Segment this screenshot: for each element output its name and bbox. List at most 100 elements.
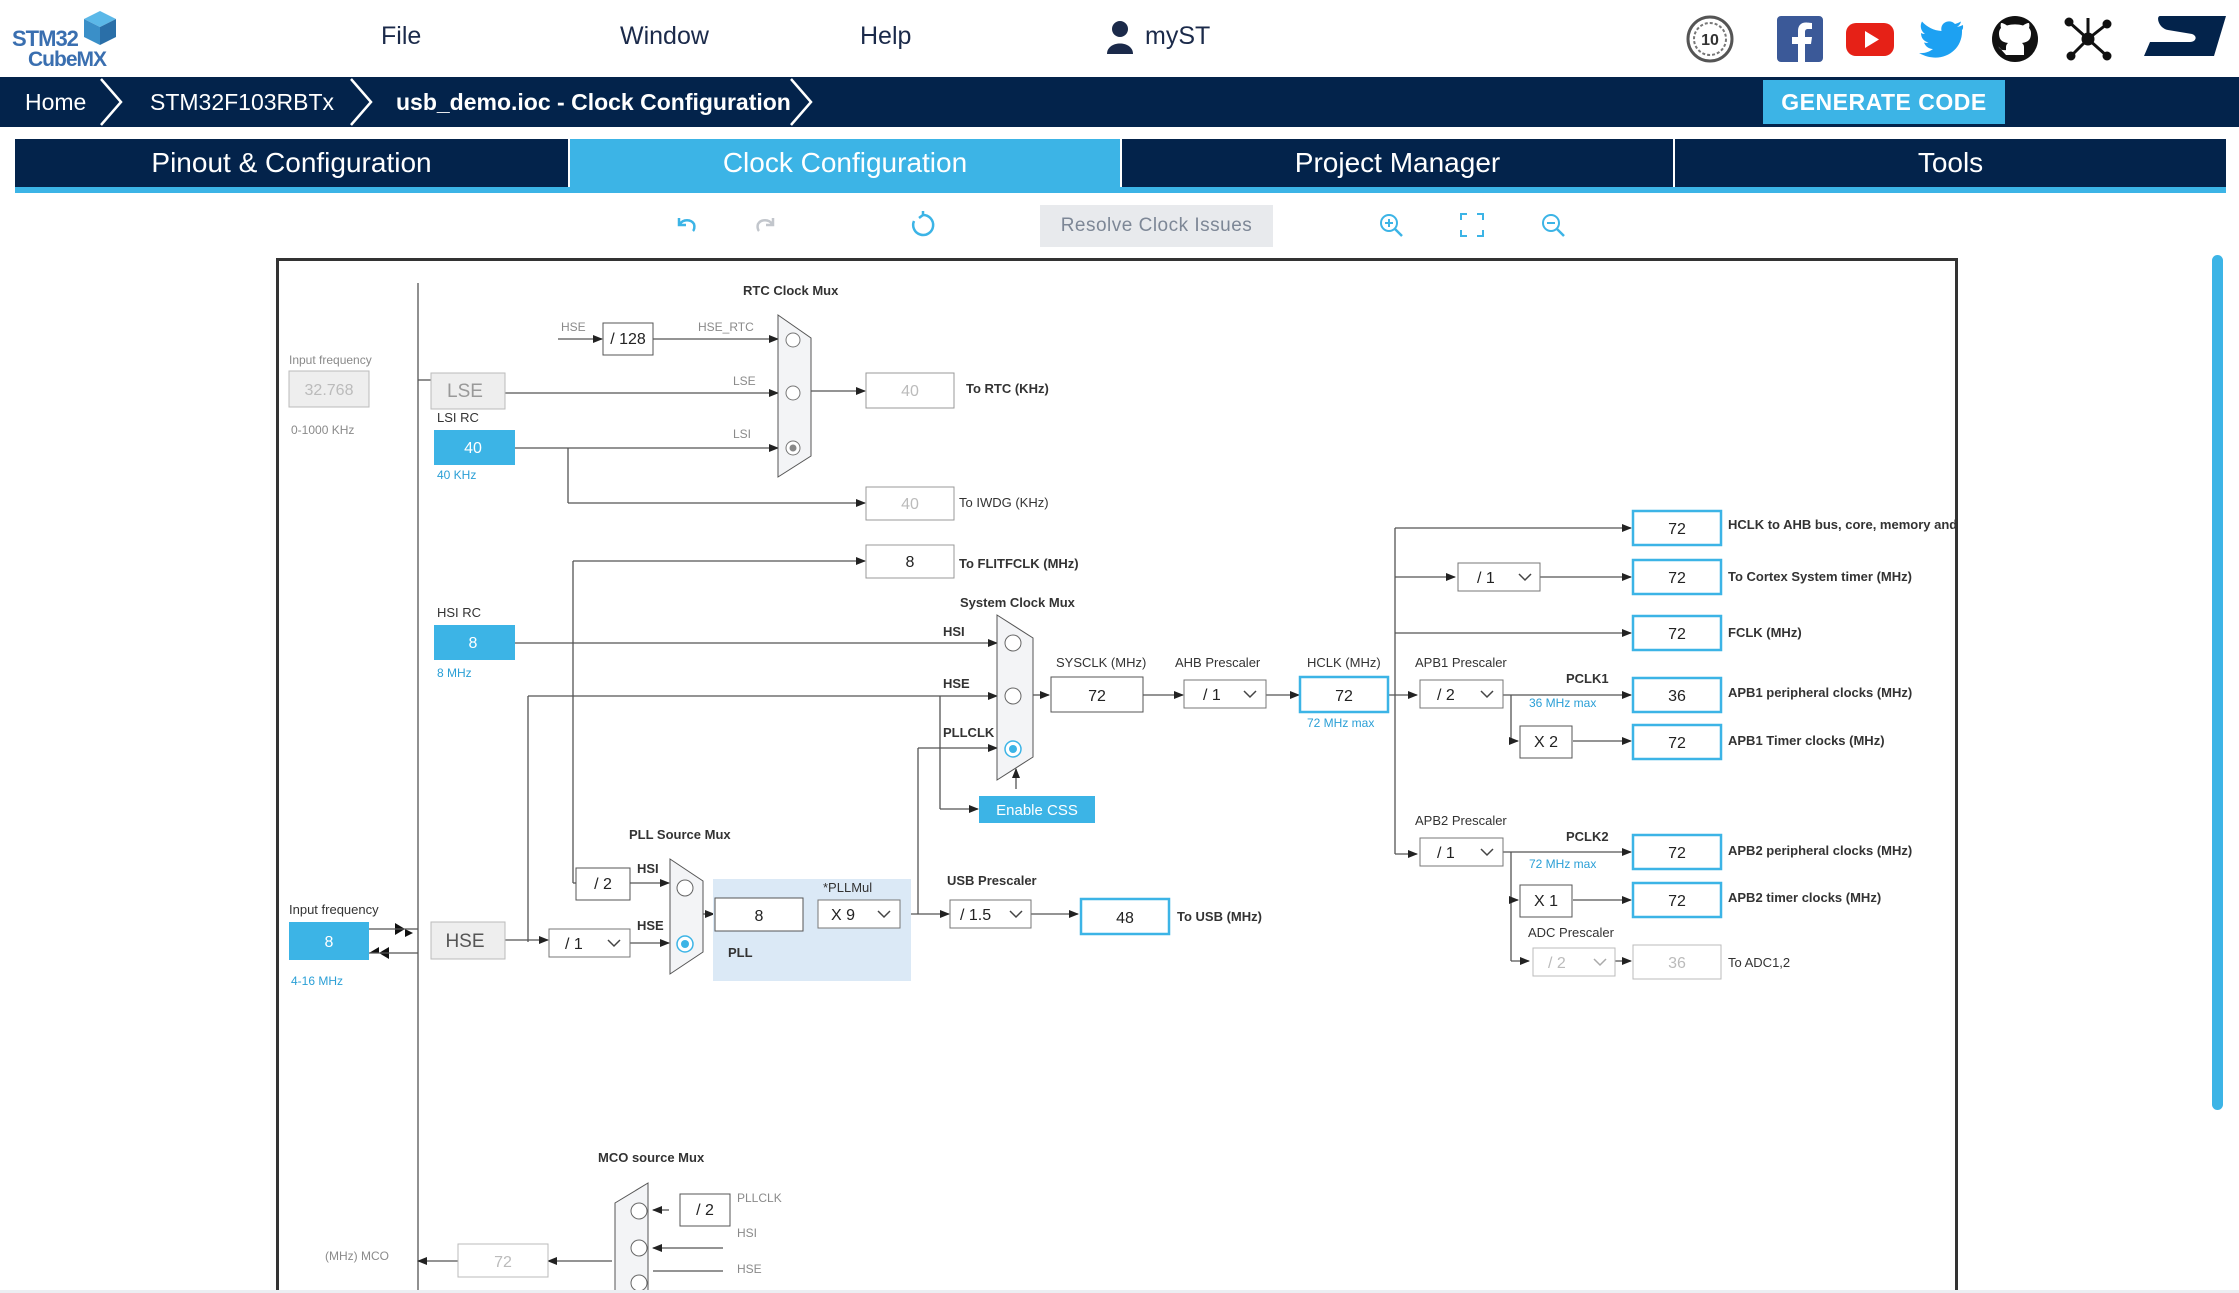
sysclk-value: 72 [1088, 688, 1106, 705]
apb1-timer-output-label: APB1 Timer clocks (MHz) [1728, 733, 1885, 748]
sysmux-radio-hsi[interactable] [1004, 634, 1022, 652]
mco-output-value: 72 [494, 1254, 512, 1271]
facebook-icon[interactable] [1775, 14, 1825, 64]
breadcrumb-home[interactable]: Home [25, 77, 86, 127]
pll-hsi-div2-value: / 2 [594, 876, 612, 893]
clock-tree-canvas: RTC Clock Mux Input frequency 32.768 0-1… [276, 258, 1958, 1293]
generate-code-button[interactable]: GENERATE CODE [1763, 80, 2005, 124]
apb2-peripheral-output-value: 72 [1668, 845, 1686, 862]
zoom-in-icon[interactable] [1376, 210, 1406, 240]
network-icon[interactable] [2063, 14, 2113, 64]
logo-line2: CubeMX [28, 48, 107, 71]
hse-prediv-value: / 1 [565, 936, 583, 953]
mco-hsi-label: HSI [737, 1226, 757, 1240]
menu-file[interactable]: File [381, 22, 421, 51]
cortex-timer-output-label: To Cortex System timer (MHz) [1728, 569, 1912, 584]
vertical-scrollbar[interactable] [2212, 255, 2223, 1110]
apb2-peripheral-output-label: APB2 peripheral clocks (MHz) [1728, 843, 1912, 858]
user-icon[interactable] [1105, 20, 1135, 54]
sysmux-radio-hse[interactable] [1004, 687, 1022, 705]
fit-icon[interactable] [1457, 210, 1487, 240]
lse-range: 0-1000 KHz [291, 423, 354, 437]
hse-range: 4-16 MHz [291, 974, 343, 988]
arrow-right-icon [405, 929, 413, 937]
sysmux-pllclk-label: PLLCLK [943, 725, 995, 740]
breadcrumb-mcu[interactable]: STM32F103RBTx [150, 77, 334, 127]
iwdg-output-label: To IWDG (KHz) [959, 495, 1049, 510]
pllsrc-hse-label: HSE [637, 918, 664, 933]
resolve-clock-issues-button[interactable]: Resolve Clock Issues [1040, 205, 1273, 247]
apb1-peripheral-output-label: APB1 peripheral clocks (MHz) [1728, 685, 1912, 700]
cube-icon [84, 11, 116, 45]
hse-input-value: 8 [325, 934, 334, 951]
apb1-prescaler-label: APB1 Prescaler [1415, 655, 1507, 670]
cortex-timer-output-value: 72 [1668, 570, 1686, 587]
apb1-prescaler-value: / 2 [1437, 687, 1455, 704]
system-clock-mux-title: System Clock Mux [960, 595, 1076, 610]
flitfclk-output-label: To FLITFCLK (MHz) [959, 556, 1079, 571]
hclk-ahb-output-label: HCLK to AHB bus, core, memory and DMA (M… [1728, 517, 1958, 532]
mco-radio-pllclk[interactable] [630, 1202, 648, 1220]
redo-icon[interactable] [751, 210, 781, 240]
lse-input-label: Input frequency [289, 353, 372, 367]
tab-tools[interactable]: Tools [1675, 139, 2226, 187]
st-logo-icon[interactable] [2140, 12, 2228, 64]
rtc-mux-title: RTC Clock Mux [743, 283, 839, 298]
chevron-right-icon [100, 78, 123, 126]
clock-tree-diagram: RTC Clock Mux Input frequency 32.768 0-1… [288, 283, 1958, 1293]
hsi-value: 8 [469, 635, 478, 652]
pll-label: PLL [728, 945, 753, 960]
tab-clock-configuration[interactable]: Clock Configuration [570, 139, 1120, 187]
menu-help[interactable]: Help [860, 22, 911, 51]
youtube-icon[interactable] [1845, 14, 1895, 64]
reset-icon[interactable] [908, 210, 938, 240]
zoom-out-icon[interactable] [1538, 210, 1568, 240]
menu-window[interactable]: Window [620, 22, 709, 51]
hclk-ahb-output-value: 72 [1668, 521, 1686, 538]
lsi-rc-label: LSI RC [437, 410, 479, 425]
apb2-timer-output-value: 72 [1668, 893, 1686, 910]
anniversary-10-icon[interactable]: 10 [1685, 14, 1735, 64]
breadcrumb-project[interactable]: usb_demo.ioc - Clock Configuration [396, 77, 791, 127]
user-mysT-label[interactable]: myST [1145, 22, 1210, 51]
lse-label: LSE [447, 381, 483, 402]
tab-project-manager[interactable]: Project Manager [1122, 139, 1673, 187]
pllsrc-hsi-label: HSI [637, 861, 659, 876]
github-icon[interactable] [1990, 14, 2040, 64]
mco-radio-hse[interactable] [630, 1274, 648, 1292]
enable-css-label: Enable CSS [996, 802, 1078, 819]
chevron-right-icon [790, 78, 813, 126]
adc-prescaler-value: / 2 [1548, 955, 1566, 972]
mco-hse-label: HSE [737, 1262, 762, 1276]
twitter-icon[interactable] [1917, 14, 1967, 64]
rtc-lse-label: LSE [733, 374, 756, 388]
cortex-divider-value: / 1 [1477, 570, 1495, 587]
rtc-mux-radio-lse[interactable] [785, 385, 801, 401]
pclk2-max: 72 MHz max [1529, 857, 1596, 871]
pllsrc-radio-hsi[interactable] [676, 879, 694, 897]
pllmul-value: X 9 [831, 907, 855, 924]
usb-output-label: To USB (MHz) [1177, 909, 1262, 924]
apb2-prescaler-label: APB2 Prescaler [1415, 813, 1507, 828]
rtc-mux-radio-hse[interactable] [785, 332, 801, 348]
sysmux-hsi-label: HSI [943, 624, 965, 639]
rtc-lsi-label: LSI [733, 427, 751, 441]
pll-input-value: 8 [755, 908, 764, 925]
apb1-timer-output-value: 72 [1668, 735, 1686, 752]
flitfclk-output-value: 8 [906, 554, 915, 571]
tab-pinout-configuration[interactable]: Pinout & Configuration [15, 139, 568, 187]
ahb-prescaler-value: / 1 [1203, 687, 1221, 704]
main-tabs: Pinout & Configuration Clock Configurati… [15, 139, 2226, 193]
apb2-timer-output-label: APB2 timer clocks (MHz) [1728, 890, 1881, 905]
sysmux-hse-label: HSE [943, 676, 970, 691]
mco-radio-hsi[interactable] [630, 1239, 648, 1257]
apb2-timer-multiplier-value: X 1 [1534, 893, 1558, 910]
undo-icon[interactable] [671, 210, 701, 240]
sysmux-radio-selected [1009, 745, 1017, 753]
apb2-prescaler-value: / 1 [1437, 845, 1455, 862]
rtc-mux-radio-selected [789, 444, 797, 452]
rtc-output-value: 40 [901, 383, 919, 400]
fclk-output-value: 72 [1668, 626, 1686, 643]
mco-label: (MHz) MCO [325, 1249, 389, 1263]
apb1-peripheral-output-value: 36 [1668, 688, 1686, 705]
